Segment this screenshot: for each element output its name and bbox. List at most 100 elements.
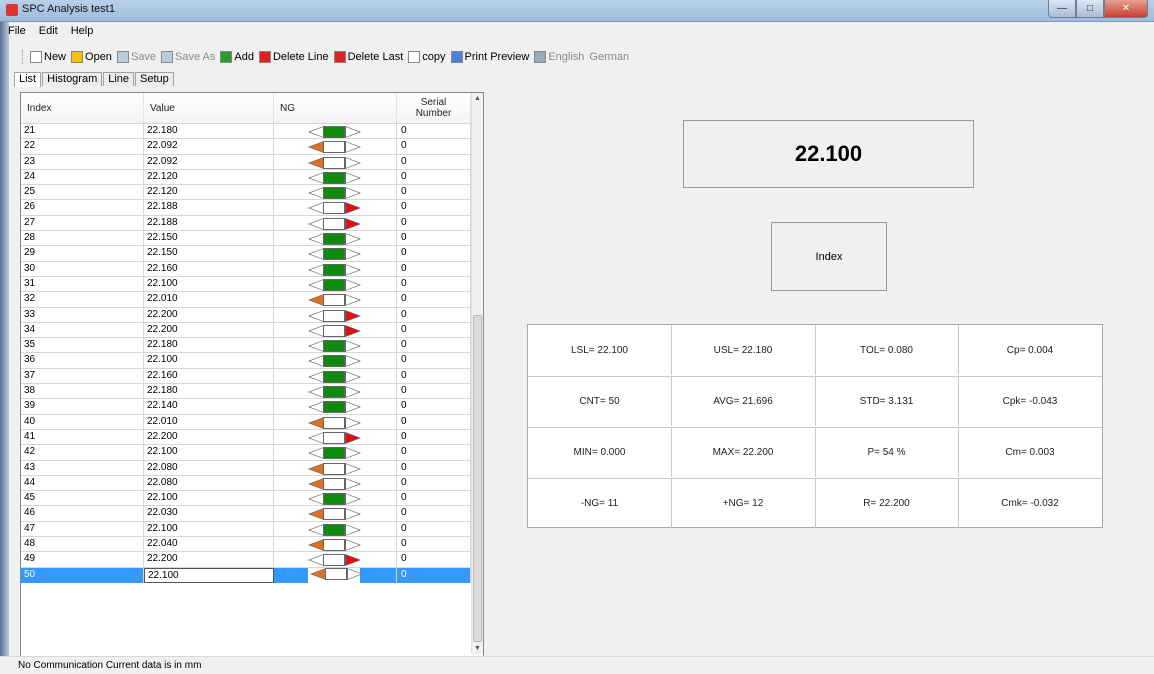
- cell-ng[interactable]: [274, 353, 397, 369]
- cell-index[interactable]: 24: [21, 169, 144, 185]
- cell-ng[interactable]: [274, 368, 397, 384]
- cell-serial-number[interactable]: 0: [397, 185, 471, 201]
- cell-value[interactable]: 22.200: [144, 307, 274, 323]
- cell-ng[interactable]: [274, 567, 397, 583]
- cell-value[interactable]: 22.160: [144, 261, 274, 277]
- cell-ng[interactable]: [274, 521, 397, 537]
- cell-ng[interactable]: [274, 154, 397, 170]
- cell-serial-number[interactable]: 0: [397, 567, 471, 583]
- cell-index[interactable]: 44: [21, 475, 144, 491]
- cell-value[interactable]: 22.100: [144, 567, 274, 583]
- toolbar-copy-button[interactable]: copy: [408, 51, 446, 63]
- cell-ng[interactable]: [274, 537, 397, 553]
- cell-serial-number[interactable]: 0: [397, 200, 471, 216]
- table-row[interactable]: 23 22.092 0: [21, 154, 471, 170]
- cell-index[interactable]: 26: [21, 200, 144, 216]
- cell-value[interactable]: 22.092: [144, 139, 274, 155]
- cell-index[interactable]: 50: [21, 567, 144, 583]
- table-row[interactable]: 30 22.160 0: [21, 261, 471, 277]
- table-row[interactable]: 43 22.080 0: [21, 460, 471, 476]
- cell-serial-number[interactable]: 0: [397, 460, 471, 476]
- header-serial-number[interactable]: Serial Number: [397, 93, 471, 123]
- cell-ng[interactable]: [274, 139, 397, 155]
- cell-serial-number[interactable]: 0: [397, 307, 471, 323]
- table-row[interactable]: 46 22.030 0: [21, 506, 471, 522]
- header-ng[interactable]: NG: [274, 93, 397, 123]
- cell-ng[interactable]: [274, 200, 397, 216]
- table-row[interactable]: 28 22.150 0: [21, 231, 471, 247]
- cell-value[interactable]: 22.100: [144, 491, 274, 507]
- table-row[interactable]: 32 22.010 0: [21, 292, 471, 308]
- cell-serial-number[interactable]: 0: [397, 506, 471, 522]
- cell-serial-number[interactable]: 0: [397, 261, 471, 277]
- table-row[interactable]: 39 22.140 0: [21, 399, 471, 415]
- table-row[interactable]: 44 22.080 0: [21, 475, 471, 492]
- cell-ng[interactable]: [274, 307, 397, 323]
- cell-serial-number[interactable]: 0: [397, 154, 471, 170]
- cell-index[interactable]: 23: [21, 154, 144, 170]
- table-row[interactable]: 38 22.180 0: [21, 384, 471, 400]
- menu-edit[interactable]: Edit: [34, 25, 63, 37]
- cell-ng[interactable]: [274, 475, 397, 491]
- cell-index[interactable]: 25: [21, 185, 144, 201]
- cell-value[interactable]: 22.140: [144, 399, 274, 415]
- table-row[interactable]: 31 22.100 0: [21, 276, 471, 293]
- cell-serial-number[interactable]: 0: [397, 414, 471, 430]
- cell-value[interactable]: 22.188: [144, 200, 274, 216]
- table-row[interactable]: 40 22.010 0: [21, 414, 471, 430]
- cell-ng[interactable]: [274, 445, 397, 461]
- cell-serial-number[interactable]: 0: [397, 537, 471, 553]
- cell-ng[interactable]: [274, 276, 397, 292]
- cell-serial-number[interactable]: 0: [397, 231, 471, 247]
- cell-ng[interactable]: [274, 215, 397, 231]
- cell-value[interactable]: 22.150: [144, 231, 274, 247]
- scroll-down-icon[interactable]: ▼: [474, 645, 481, 652]
- cell-index[interactable]: 43: [21, 460, 144, 476]
- cell-value[interactable]: 22.180: [144, 338, 274, 354]
- toolbar-german-button[interactable]: German: [589, 51, 629, 63]
- cell-index[interactable]: 38: [21, 384, 144, 400]
- table-row[interactable]: 47 22.100 0: [21, 521, 471, 538]
- cell-index[interactable]: 47: [21, 521, 144, 537]
- table-row[interactable]: 22 22.092 0: [21, 139, 471, 155]
- cell-value[interactable]: 22.150: [144, 246, 274, 262]
- cell-ng[interactable]: [274, 460, 397, 476]
- table-row[interactable]: 48 22.040 0: [21, 537, 471, 553]
- cell-index[interactable]: 28: [21, 231, 144, 247]
- cell-serial-number[interactable]: 0: [397, 169, 471, 185]
- table-row[interactable]: 27 22.188 0: [21, 215, 471, 232]
- cell-index[interactable]: 30: [21, 261, 144, 277]
- cell-value[interactable]: 22.080: [144, 475, 274, 491]
- cell-ng[interactable]: [274, 292, 397, 308]
- cell-value[interactable]: 22.200: [144, 552, 274, 568]
- toolbar-english-button[interactable]: English: [534, 51, 584, 63]
- cell-serial-number[interactable]: 0: [397, 338, 471, 354]
- cell-ng[interactable]: [274, 185, 397, 201]
- table-row[interactable]: 35 22.180 0: [21, 338, 471, 354]
- scroll-up-icon[interactable]: ▲: [474, 95, 481, 102]
- table-row[interactable]: 41 22.200 0: [21, 429, 471, 446]
- cell-index[interactable]: 21: [21, 124, 144, 139]
- cell-serial-number[interactable]: 0: [397, 521, 471, 537]
- cell-value[interactable]: 22.040: [144, 537, 274, 553]
- menu-help[interactable]: Help: [66, 25, 99, 37]
- index-button[interactable]: Index: [771, 222, 887, 291]
- cell-index[interactable]: 39: [21, 399, 144, 415]
- table-row[interactable]: 24 22.120 0: [21, 169, 471, 186]
- tab-list[interactable]: List: [14, 72, 42, 87]
- table-row[interactable]: 50 22.100 0: [21, 567, 471, 583]
- minimize-button[interactable]: —: [1048, 0, 1076, 18]
- cell-index[interactable]: 33: [21, 307, 144, 323]
- cell-value[interactable]: 22.092: [144, 154, 274, 170]
- cell-value[interactable]: 22.180: [144, 384, 274, 400]
- cell-value[interactable]: 22.188: [144, 215, 274, 231]
- cell-ng[interactable]: [274, 261, 397, 277]
- cell-index[interactable]: 37: [21, 368, 144, 384]
- cell-serial-number[interactable]: 0: [397, 139, 471, 155]
- table-row[interactable]: 29 22.150 0: [21, 246, 471, 262]
- cell-ng[interactable]: [274, 246, 397, 262]
- cell-index[interactable]: 41: [21, 429, 144, 445]
- cell-value[interactable]: 22.120: [144, 185, 274, 201]
- cell-index[interactable]: 46: [21, 506, 144, 522]
- cell-ng[interactable]: [274, 506, 397, 522]
